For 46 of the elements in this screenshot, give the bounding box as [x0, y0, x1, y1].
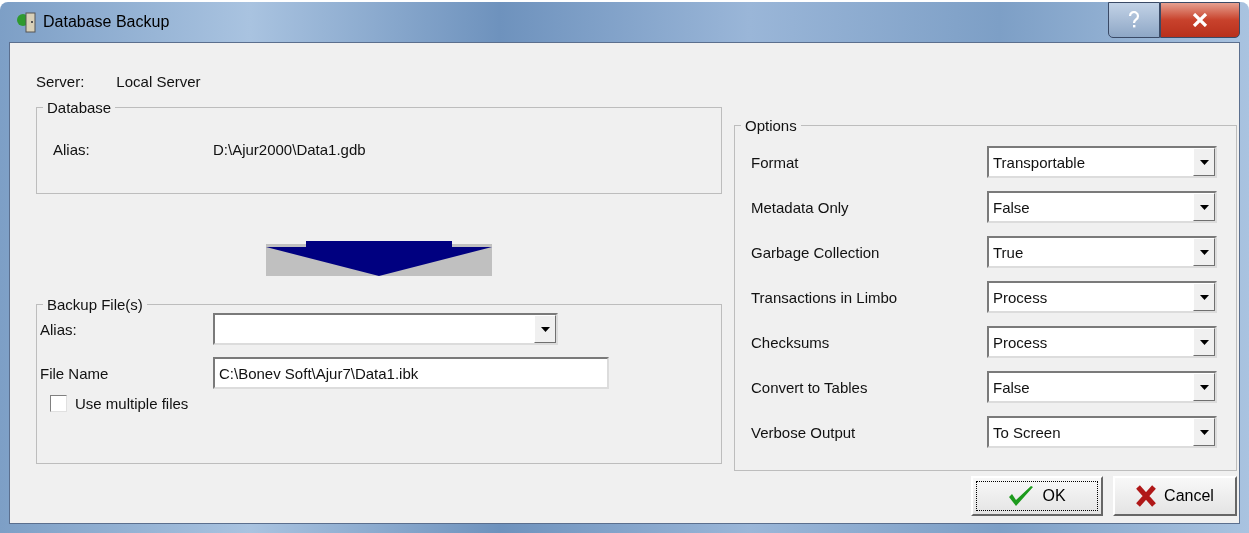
- help-button[interactable]: [1108, 2, 1160, 38]
- option-dropdown[interactable]: To Screen: [987, 416, 1217, 448]
- close-icon: [1192, 13, 1208, 27]
- close-button[interactable]: [1160, 2, 1240, 38]
- option-dropdown[interactable]: Process: [987, 326, 1217, 358]
- file-name-field[interactable]: C:\Bonev Soft\Ajur7\Data1.ibk: [213, 357, 609, 389]
- caret-icon: [1199, 294, 1209, 300]
- file-name-label: File Name: [40, 364, 109, 382]
- group-title: Options: [744, 117, 798, 134]
- alias-dropdown[interactable]: [213, 313, 558, 345]
- option-dropdown[interactable]: False: [987, 191, 1217, 223]
- alias-label: Alias:: [53, 141, 90, 158]
- database-door-icon: [17, 11, 37, 33]
- group-title: Backup File(s): [46, 296, 144, 313]
- alias-label: Alias:: [40, 320, 77, 338]
- help-icon: [1128, 11, 1140, 29]
- group-title: Database: [46, 99, 113, 116]
- alias-value: D:\Ajur2000\Data1.gdb: [213, 141, 366, 158]
- cancel-button[interactable]: Cancel: [1113, 476, 1237, 516]
- caret-icon: [1199, 249, 1209, 255]
- caret-icon: [1199, 384, 1209, 390]
- server-value: Local Server: [116, 73, 201, 92]
- caret-icon: [1199, 429, 1209, 435]
- option-label: Checksums: [751, 333, 830, 351]
- option-dropdown[interactable]: False: [987, 371, 1217, 403]
- down-arrow-icon: [266, 241, 492, 276]
- option-dropdown[interactable]: Process: [987, 281, 1217, 313]
- option-label: Garbage Collection: [751, 243, 880, 261]
- checkbox[interactable]: [50, 395, 67, 412]
- caret-icon: [1199, 339, 1209, 345]
- cross-icon: [1136, 485, 1157, 507]
- caret-icon: [540, 326, 550, 332]
- option-dropdown[interactable]: Transportable: [987, 146, 1217, 178]
- option-label: Convert to Tables: [751, 378, 868, 396]
- option-label: Format: [751, 153, 799, 171]
- option-label: Verbose Output: [751, 423, 856, 441]
- window-title: Database Backup: [43, 13, 170, 31]
- caret-icon: [1199, 204, 1209, 210]
- server-label: Server:: [36, 73, 85, 92]
- checkmark-icon: [1008, 485, 1035, 507]
- caret-icon: [1199, 159, 1209, 165]
- checkbox-label: Use multiple files: [75, 395, 189, 412]
- ok-button[interactable]: OK: [971, 476, 1103, 516]
- option-label: Transactions in Limbo: [751, 288, 898, 306]
- option-label: Metadata Only: [751, 198, 849, 216]
- option-dropdown[interactable]: True: [987, 236, 1217, 268]
